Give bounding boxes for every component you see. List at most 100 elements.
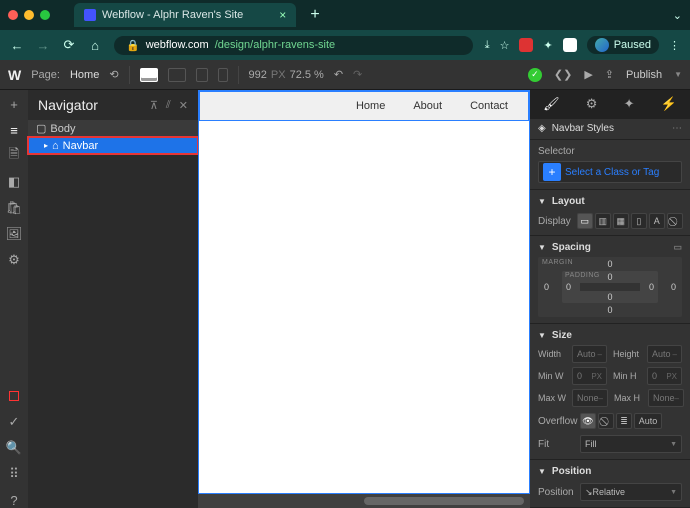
more-icon[interactable]: ⋯ <box>672 123 682 134</box>
help-icon[interactable]: ? <box>6 492 22 508</box>
margin-left[interactable]: 0 <box>544 282 549 292</box>
layout-header[interactable]: ▼Layout <box>538 196 682 207</box>
viewport-mobile-l-button[interactable] <box>196 68 208 82</box>
search-icon[interactable]: 🔍 <box>6 440 22 456</box>
margin-top[interactable]: 0 <box>607 259 612 269</box>
tree-node-body[interactable]: ▢ Body <box>28 120 198 137</box>
chevron-down-icon[interactable]: ⌄ <box>673 9 682 22</box>
close-tab-icon[interactable]: × <box>279 8 286 22</box>
add-element-icon[interactable]: + <box>6 96 22 112</box>
preview-icon[interactable]: ▶ <box>584 68 592 81</box>
window-close-dot[interactable] <box>8 10 18 20</box>
fit-select[interactable]: Fill▼ <box>580 435 682 453</box>
brush-icon[interactable]: 🖌 <box>543 96 560 112</box>
home-icon[interactable]: ⌂ <box>88 38 102 53</box>
margin-bottom[interactable]: 0 <box>607 305 612 315</box>
viewport-mobile-button[interactable] <box>218 68 228 82</box>
position-header[interactable]: ▼Position <box>538 466 682 477</box>
nav-back-icon[interactable]: ← <box>10 38 24 53</box>
display-inline-button[interactable]: A <box>649 213 665 229</box>
spacing-header[interactable]: ▼Spacing▭ <box>538 242 682 253</box>
display-inlineblock-button[interactable]: ▯ <box>631 213 647 229</box>
navbar-element[interactable]: Home About Contact <box>199 91 529 121</box>
selector-input[interactable]: + Select a Class or Tag <box>538 161 682 183</box>
overflow-scroll-button[interactable]: ≣ <box>616 413 632 429</box>
padding-left[interactable]: 0 <box>566 282 571 292</box>
navigator-header: Navigator ⊼ ⫽ ✕ <box>28 90 198 120</box>
code-icon[interactable]: ❮❯ <box>554 68 572 81</box>
page-name[interactable]: Home <box>70 69 99 81</box>
settings-icon[interactable]: ⚙ <box>6 252 22 268</box>
webflow-logo[interactable]: W <box>8 67 21 83</box>
navigator-icon[interactable]: ≡ <box>6 122 22 138</box>
window-max-dot[interactable] <box>40 10 50 20</box>
display-none-button[interactable]: ⃠ <box>667 213 683 229</box>
display-grid-button[interactable]: ▦ <box>613 213 629 229</box>
cms-icon[interactable]: ◧ <box>6 174 22 190</box>
maxh-input[interactable]: None– <box>648 389 684 407</box>
gear-icon[interactable]: ⚙ <box>586 96 598 112</box>
address-bar[interactable]: 🔒 webflow.com/design/alphr-ravens-site <box>114 36 473 55</box>
publish-button[interactable]: Publish <box>626 69 662 81</box>
width-input[interactable]: Auto– <box>572 345 607 363</box>
star-icon[interactable]: ☆ <box>500 39 510 52</box>
minh-input[interactable]: 0PX <box>647 367 682 385</box>
close-icon[interactable]: ✕ <box>179 99 188 112</box>
display-block-button[interactable]: ▭ <box>577 213 593 229</box>
browser-tab[interactable]: Webflow - Alphr Raven's Site × <box>74 3 296 27</box>
pin-icon[interactable]: ⊼ <box>150 99 158 112</box>
refresh-icon[interactable]: ⟲ <box>109 68 118 81</box>
padding-bottom[interactable]: 0 <box>607 292 612 302</box>
extension-icon[interactable] <box>519 38 533 52</box>
interactions-icon[interactable]: ✦ <box>624 96 635 112</box>
overflow-visible-button[interactable]: 👁 <box>580 413 596 429</box>
overflow-hidden-button[interactable]: ⃠ <box>598 413 614 429</box>
add-class-icon[interactable]: + <box>543 163 561 181</box>
position-select[interactable]: ↘ Relative▼ <box>580 483 682 501</box>
new-tab-button[interactable]: + <box>310 6 319 24</box>
profile-paused-chip[interactable]: Paused <box>587 36 659 54</box>
pages-icon[interactable]: 🗎 <box>6 148 22 164</box>
status-ok-icon[interactable]: ✓ <box>528 68 542 82</box>
ecommerce-icon[interactable]: 🛍 <box>6 200 22 216</box>
display-flex-button[interactable]: ▥ <box>595 213 611 229</box>
minw-input[interactable]: 0PX <box>572 367 607 385</box>
extensions-icon[interactable]: ✦ <box>543 39 552 52</box>
maxw-input[interactable]: None– <box>572 389 608 407</box>
maxw-label: Max W <box>538 393 568 403</box>
padding-right[interactable]: 0 <box>649 282 654 292</box>
viewport-desktop-button[interactable] <box>140 68 158 82</box>
nav-link[interactable]: Contact <box>470 100 508 112</box>
audit-icon[interactable]: ✓ <box>6 414 22 430</box>
height-input[interactable]: Auto– <box>647 345 682 363</box>
window-min-dot[interactable] <box>24 10 34 20</box>
apps-icon[interactable]: ⠿ <box>6 466 22 482</box>
tree-node-navbar[interactable]: ▸ ⌂ Navbar <box>28 137 198 154</box>
home-icon: ⌂ <box>52 140 59 152</box>
extension-icon[interactable] <box>563 38 577 52</box>
overflow-auto-button[interactable]: Auto <box>634 413 662 429</box>
size-header[interactable]: ▼Size <box>538 330 682 341</box>
nav-link[interactable]: Home <box>356 100 385 112</box>
design-canvas[interactable]: Home About Contact <box>198 90 530 494</box>
viewport-tablet-button[interactable] <box>168 68 186 82</box>
record-icon[interactable] <box>6 388 22 404</box>
caret-icon[interactable]: ▸ <box>44 141 48 150</box>
assets-icon[interactable]: 🖼 <box>6 226 22 242</box>
kebab-icon[interactable]: ⋮ <box>669 39 680 52</box>
horizontal-scrollbar[interactable] <box>364 497 524 505</box>
page-label: Page: <box>31 69 60 81</box>
nav-link[interactable]: About <box>413 100 442 112</box>
padding-top[interactable]: 0 <box>607 272 612 282</box>
zoom-value[interactable]: 72.5 % <box>290 69 324 81</box>
canvas-width[interactable]: 992 <box>249 69 267 81</box>
expand-icon[interactable]: ⫽ <box>166 99 171 112</box>
spacing-editor[interactable]: MARGIN 0 0 0 0 PADDING 0 0 0 0 <box>538 257 682 317</box>
undo-icon[interactable]: ↶ <box>334 68 343 81</box>
effects-icon[interactable]: ⚡ <box>661 96 677 112</box>
export-icon[interactable]: ⇪ <box>605 68 614 81</box>
redo-icon[interactable]: ↷ <box>353 68 362 81</box>
reload-icon[interactable]: ⟳ <box>62 37 76 53</box>
install-icon[interactable]: ⤓ <box>485 39 490 52</box>
margin-right[interactable]: 0 <box>671 282 676 292</box>
